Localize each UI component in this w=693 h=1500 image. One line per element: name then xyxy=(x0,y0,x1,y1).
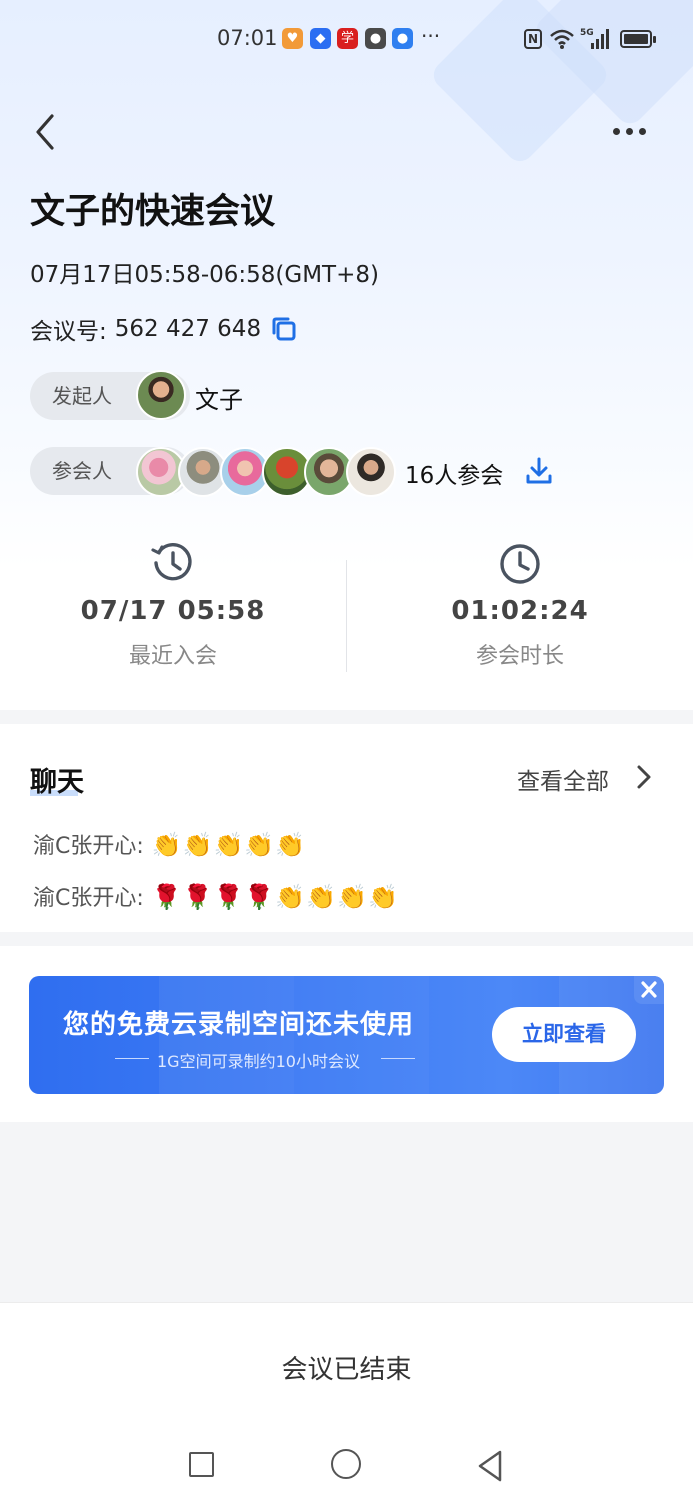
chat-content: 🌹🌹🌹🌹👏👏👏👏 xyxy=(151,883,399,911)
recent-join-value: 07/17 05:58 xyxy=(80,596,266,626)
recent-join-stat: 07/17 05:58 最近入会 xyxy=(0,540,346,670)
app-blue-ball-icon: ● xyxy=(392,28,413,49)
status-bar: 07:01 ♥ ◆ 学 ● ● ··· N 5G xyxy=(0,22,693,58)
banner-divider xyxy=(115,1058,149,1059)
app-shield-orange-icon: ♥ xyxy=(282,28,303,49)
status-time: 07:01 xyxy=(217,26,278,50)
meeting-time-range: 07月17日05:58-06:58(GMT+8) xyxy=(30,262,379,288)
close-icon xyxy=(641,981,657,998)
wifi-icon xyxy=(550,29,574,49)
more-notifications-icon: ··· xyxy=(421,24,441,48)
promo-card: 您的免费云录制空间还未使用 1G空间可录制约10小时会议 立即查看 xyxy=(0,946,693,1122)
view-all-chat-link[interactable]: 查看全部 xyxy=(517,762,609,796)
home-button[interactable] xyxy=(331,1449,361,1479)
system-back-button[interactable] xyxy=(476,1449,504,1483)
close-banner-button[interactable] xyxy=(634,976,664,1004)
chat-message: 渝C张开心: 👏👏👏👏👏 xyxy=(33,828,306,860)
recent-join-label: 最近入会 xyxy=(128,644,217,669)
chat-sender: 渝C张开心: xyxy=(33,834,144,859)
wechat-icon: ● xyxy=(365,28,386,49)
battery-icon xyxy=(620,30,656,48)
banner-subtitle: 1G空间可录制约10小时会议 xyxy=(157,1052,360,1071)
host-avatar[interactable] xyxy=(136,370,186,420)
back-button[interactable] xyxy=(28,112,64,152)
banner-divider xyxy=(381,1058,415,1059)
meeting-title: 文子的快速会议 xyxy=(30,192,276,232)
copy-icon[interactable] xyxy=(271,316,297,342)
chat-sender: 渝C张开心: xyxy=(33,886,144,911)
chat-content: 👏👏👏👏👏 xyxy=(151,831,307,859)
signal-icon: 5G xyxy=(580,28,609,49)
network-type-label: 5G xyxy=(580,28,594,38)
banner-title: 您的免费云录制空间还未使用 xyxy=(63,1010,415,1040)
history-clock-icon xyxy=(151,543,192,581)
clock-icon xyxy=(500,544,540,584)
cloud-recording-banner[interactable]: 您的免费云录制空间还未使用 1G空间可录制约10小时会议 立即查看 xyxy=(29,976,664,1094)
chat-card: 聊天 查看全部 渝C张开心: 👏👏👏👏👏 渝C张开心: 🌹🌹🌹🌹👏👏👏👏 xyxy=(0,724,693,932)
app-shield-blue-icon: ◆ xyxy=(310,28,331,49)
footer: 会议已结束 xyxy=(0,1302,693,1500)
meeting-id-row: 会议号: 562 427 648 xyxy=(30,312,297,346)
chat-title: 聊天 xyxy=(30,767,84,798)
meeting-id-label: 会议号: xyxy=(30,319,107,345)
duration-label: 参会时长 xyxy=(475,644,564,669)
attendee-count[interactable]: 16人参会 xyxy=(405,456,503,490)
chat-message: 渝C张开心: 🌹🌹🌹🌹👏👏👏👏 xyxy=(33,880,399,912)
meeting-id-value: 562 427 648 xyxy=(114,316,262,342)
nfc-icon: N xyxy=(524,29,542,49)
attendee-avatar[interactable] xyxy=(346,447,396,497)
host-name: 文子 xyxy=(195,386,243,414)
more-options-button[interactable] xyxy=(606,115,654,147)
app-xuexi-icon: 学 xyxy=(337,28,358,49)
duration-value: 01:02:24 xyxy=(451,596,589,626)
download-icon[interactable] xyxy=(525,456,553,486)
duration-stat: 01:02:24 参会时长 xyxy=(347,540,693,670)
chevron-right-icon[interactable] xyxy=(635,764,653,790)
view-now-button[interactable]: 立即查看 xyxy=(492,1007,636,1062)
meeting-ended-status: 会议已结束 xyxy=(281,1355,412,1385)
recent-apps-button[interactable] xyxy=(189,1452,214,1477)
